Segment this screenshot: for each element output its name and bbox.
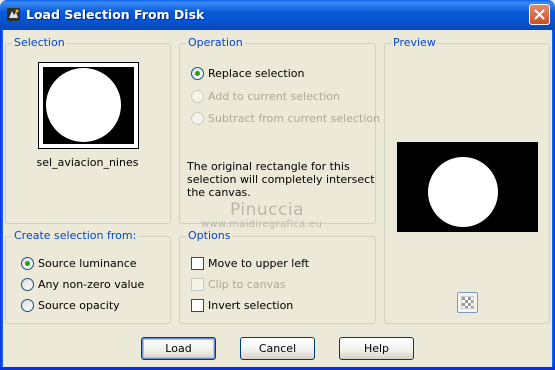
paint-shop-icon <box>6 7 21 22</box>
close-icon <box>534 9 545 20</box>
source-opacity-radio[interactable]: Source opacity <box>21 297 120 313</box>
source-luminance-label: Source luminance <box>38 256 137 270</box>
checkbox[interactable] <box>191 298 204 312</box>
checkbox[interactable] <box>191 277 204 291</box>
invert-selection-checkbox[interactable]: Invert selection <box>191 297 293 313</box>
window-title: Load Selection From Disk <box>26 7 205 22</box>
add-to-selection-radio[interactable]: Add to current selection <box>191 88 340 104</box>
thumbnail-image <box>43 67 134 144</box>
source-opacity-label: Source opacity <box>38 298 120 312</box>
move-to-upper-left-label: Move to upper left <box>208 256 310 270</box>
radio-button[interactable] <box>191 89 204 103</box>
help-button[interactable]: Help <box>339 337 414 360</box>
radio-button[interactable] <box>191 66 204 80</box>
radio-button[interactable] <box>21 277 34 291</box>
intersection-info-text: The original rectangle for this selectio… <box>187 160 375 199</box>
radio-button[interactable] <box>21 298 34 312</box>
source-luminance-radio[interactable]: Source luminance <box>21 255 137 271</box>
move-to-upper-left-checkbox[interactable]: Move to upper left <box>191 255 309 271</box>
invert-selection-label: Invert selection <box>208 298 294 312</box>
clip-to-canvas-checkbox[interactable]: Clip to canvas <box>191 276 286 292</box>
preview-group-label: Preview <box>391 36 438 49</box>
transparency-checker-icon <box>461 296 474 309</box>
selection-file-name: sel_aviacion_nines <box>36 156 139 169</box>
checkbox[interactable] <box>191 256 204 270</box>
any-non-zero-value-label: Any non-zero value <box>38 277 145 291</box>
window-frame-left <box>0 30 3 370</box>
subtract-from-selection-label: Subtract from current selection <box>208 111 381 125</box>
transparency-toggle-button[interactable] <box>457 292 478 313</box>
options-group-label: Options <box>186 229 233 242</box>
create-from-group-label: Create selection from: <box>12 229 139 242</box>
close-button[interactable] <box>529 4 550 25</box>
load-button[interactable]: Load <box>141 337 216 360</box>
preview-image <box>397 142 538 232</box>
add-to-selection-label: Add to current selection <box>208 89 340 103</box>
subtract-from-selection-radio[interactable]: Subtract from current selection <box>191 110 380 126</box>
replace-selection-radio[interactable]: Replace selection <box>191 65 304 81</box>
clip-to-canvas-label: Clip to canvas <box>208 277 286 291</box>
replace-selection-label: Replace selection <box>208 66 305 80</box>
radio-button[interactable] <box>191 111 204 125</box>
thumbnail-circle-shape <box>46 68 121 142</box>
any-non-zero-value-radio[interactable]: Any non-zero value <box>21 276 144 292</box>
radio-button[interactable] <box>21 256 34 270</box>
operation-group-label: Operation <box>186 36 245 49</box>
preview-circle-shape <box>428 157 498 227</box>
title-bar[interactable]: Load Selection From Disk <box>0 0 555 30</box>
cancel-button[interactable]: Cancel <box>240 337 315 360</box>
selection-thumbnail[interactable] <box>38 62 139 149</box>
selection-group-label: Selection <box>12 36 67 49</box>
watermark-name: Pinuccia <box>230 200 304 220</box>
